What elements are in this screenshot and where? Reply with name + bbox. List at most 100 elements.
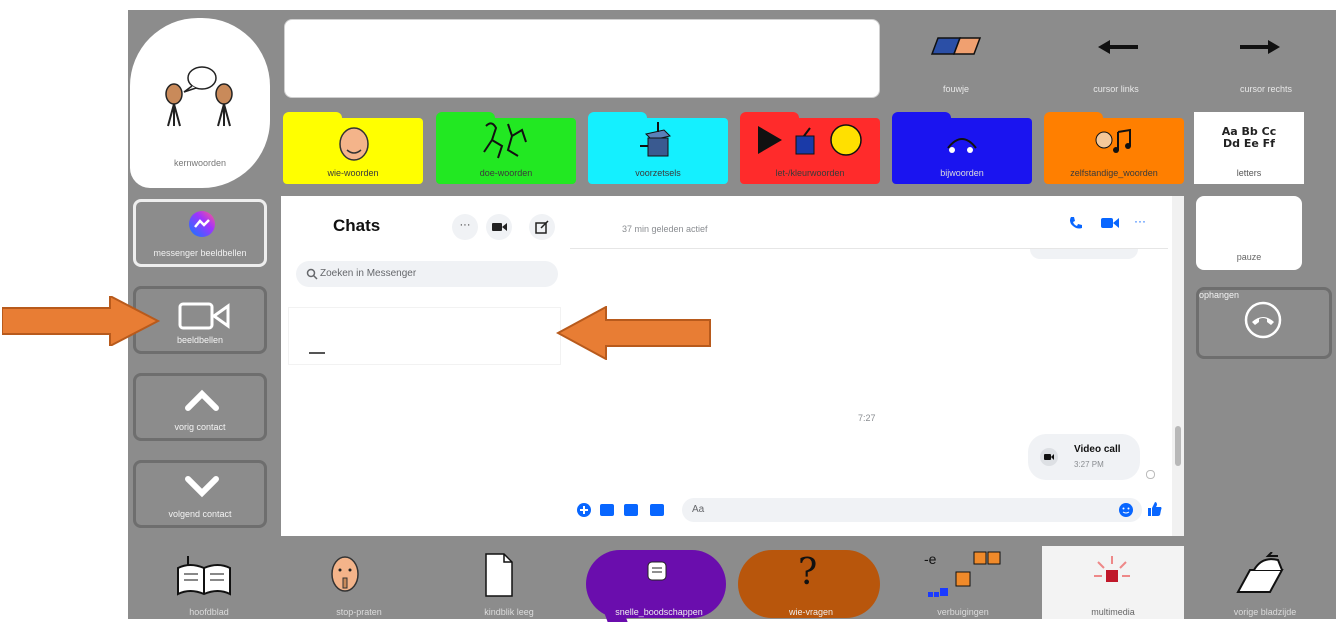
folder-doe-woorden-label: doe-woorden: [479, 168, 533, 178]
message-composer-input[interactable]: Aa: [682, 498, 1142, 522]
verbuigingen-button[interactable]: -e verbuigingen: [888, 546, 1038, 619]
quiet-face-icon: [331, 556, 359, 592]
active-status: 37 min geleden actief: [622, 224, 708, 234]
chevron-up-icon: [185, 389, 219, 411]
folder-wie-woorden-label: wie-woorden: [327, 168, 379, 178]
thumbs-up-icon[interactable]: [1146, 500, 1164, 518]
shapes-icon: [758, 124, 862, 156]
search-icon: [306, 268, 318, 280]
blank-page-button[interactable]: kindblik leeg: [434, 546, 584, 619]
time-divider: 7:27: [858, 413, 876, 423]
search-placeholder: Zoeken in Messenger: [320, 268, 417, 279]
previous-contact-button[interactable]: vorig contact: [133, 373, 267, 441]
previous-page-book-icon: [1236, 552, 1284, 593]
cursor-left-label: cursor links: [1093, 84, 1139, 94]
previous-message-bubble: [1030, 249, 1138, 259]
hang-up-button[interactable]: ophangen: [1196, 287, 1332, 359]
arrow-left-icon: [1098, 40, 1138, 54]
folder-bijwoorden-label: bijwoorden: [940, 168, 984, 178]
next-contact-button[interactable]: volgend contact: [133, 460, 267, 528]
blank-page-icon: [485, 553, 513, 597]
previous-page-button[interactable]: vorige bladzijde: [1190, 546, 1336, 619]
scrollbar-thumb[interactable]: [1175, 426, 1181, 466]
hoofdblad-button[interactable]: hoofdblad: [134, 546, 284, 619]
previous-page-label: vorige bladzijde: [1233, 607, 1297, 617]
cursor-right-button[interactable]: cursor rechts: [1206, 22, 1326, 100]
kernwoorden-label: kernwoorden: [173, 158, 227, 168]
motion-icon: [947, 138, 977, 153]
folder-voorzetsels[interactable]: voorzetsels: [588, 112, 728, 184]
messenger-video-label: messenger beeldbellen: [153, 248, 247, 258]
phone-hangup-icon: [1244, 301, 1282, 339]
previous-contact-label: vorig contact: [174, 422, 226, 432]
verbuigingen-label: verbuigingen: [937, 607, 989, 617]
chats-title: Chats: [333, 216, 381, 235]
stop-praten-label: stop-praten: [336, 607, 382, 617]
letters-label: letters: [1236, 168, 1262, 178]
wie-vragen-button[interactable]: ? wie-vragen: [736, 546, 886, 619]
arrow-right-icon: [1240, 40, 1280, 54]
svg-text:-e: -e: [924, 551, 937, 567]
multimedia-icon: [1094, 556, 1130, 582]
objects-icon: [1095, 128, 1131, 153]
cursor-left-button[interactable]: cursor links: [1056, 22, 1176, 100]
hoofdblad-label: hoofdblad: [189, 607, 229, 617]
inflections-icon: -e: [924, 551, 1001, 597]
compose-icon[interactable]: [529, 214, 555, 240]
folder-zelfstandige-woorden[interactable]: zelfstandige_woorden: [1044, 112, 1184, 184]
kernwoorden-button[interactable]: kernwoorden: [130, 18, 270, 188]
wie-vragen-label: wie-vragen: [788, 607, 834, 617]
blank-page-label: kindblik leeg: [484, 607, 534, 617]
folder-voorzetsels-label: voorzetsels: [635, 168, 681, 178]
scrollbar[interactable]: [1172, 196, 1184, 536]
annotation-arrow-right-icon: [2, 296, 161, 346]
message-text-field[interactable]: [284, 19, 880, 98]
stop-praten-button[interactable]: stop-praten: [284, 546, 434, 619]
folder-kleurwoorden[interactable]: let-/kleurwoorden: [740, 112, 880, 184]
video-camera-icon: [178, 302, 230, 330]
phone-call-icon[interactable]: [1068, 215, 1084, 231]
face-icon: [339, 127, 369, 161]
chat-list-item[interactable]: [289, 308, 560, 364]
hang-up-label: ophangen: [1199, 290, 1240, 300]
video-call-message-icon: [1040, 448, 1058, 466]
eraser-icon: [930, 37, 982, 55]
annotation-arrow-left-icon: [556, 306, 711, 360]
emoji-icon[interactable]: [1118, 502, 1134, 518]
pauze-button[interactable]: pauze: [1196, 196, 1302, 270]
folder-zelfstandige-woorden-label: zelfstandige_woorden: [1070, 168, 1158, 178]
chevron-down-icon: [185, 476, 219, 498]
messenger-video-button[interactable]: messenger beeldbellen: [133, 199, 267, 267]
video-call-icon[interactable]: [1100, 215, 1120, 231]
message-card-icon: [647, 561, 667, 581]
video-call-message[interactable]: Video call 3:27 PM: [1028, 434, 1140, 480]
folder-wie-woorden[interactable]: wie-woorden: [283, 112, 423, 184]
video-call-title: Video call: [1074, 444, 1121, 455]
conversation-people-icon: [165, 66, 233, 127]
action-figure-icon: [483, 122, 527, 159]
messenger-conversation: [569, 196, 1184, 536]
new-video-call-icon[interactable]: [486, 214, 512, 240]
question-mark-icon: ?: [798, 552, 818, 593]
composer-placeholder: Aa: [692, 504, 705, 515]
snelle-boodschappen-button[interactable]: snelle_boodschappen: [584, 546, 734, 622]
more-options-icon[interactable]: ···: [452, 214, 478, 240]
fouwje-button[interactable]: fouwje: [896, 22, 1016, 100]
video-call-time: 3:27 PM: [1074, 460, 1104, 469]
messenger-chat-list: [281, 196, 569, 536]
folder-bijwoorden[interactable]: bijwoorden: [892, 112, 1032, 184]
conversation-info-icon[interactable]: ···: [1134, 214, 1146, 228]
book-icon: [177, 556, 231, 596]
folder-kleurwoorden-label: let-/kleurwoorden: [775, 168, 845, 178]
messenger-icon: [189, 211, 215, 237]
folder-doe-woorden[interactable]: doe-woorden: [436, 112, 576, 184]
next-contact-label: volgend contact: [168, 509, 232, 519]
multimedia-button[interactable]: multimedia: [1042, 546, 1184, 619]
messenger-search-input[interactable]: Zoeken in Messenger: [296, 261, 558, 287]
snelle-boodschappen-label: snelle_boodschappen: [615, 607, 703, 617]
composer-action-icons[interactable]: [576, 502, 672, 518]
multimedia-label: multimedia: [1091, 607, 1135, 617]
fouwje-label: fouwje: [942, 84, 969, 94]
letters-button[interactable]: Aa Bb Cc Dd Ee Ff letters: [1194, 112, 1304, 184]
cursor-right-label: cursor rechts: [1239, 84, 1292, 94]
